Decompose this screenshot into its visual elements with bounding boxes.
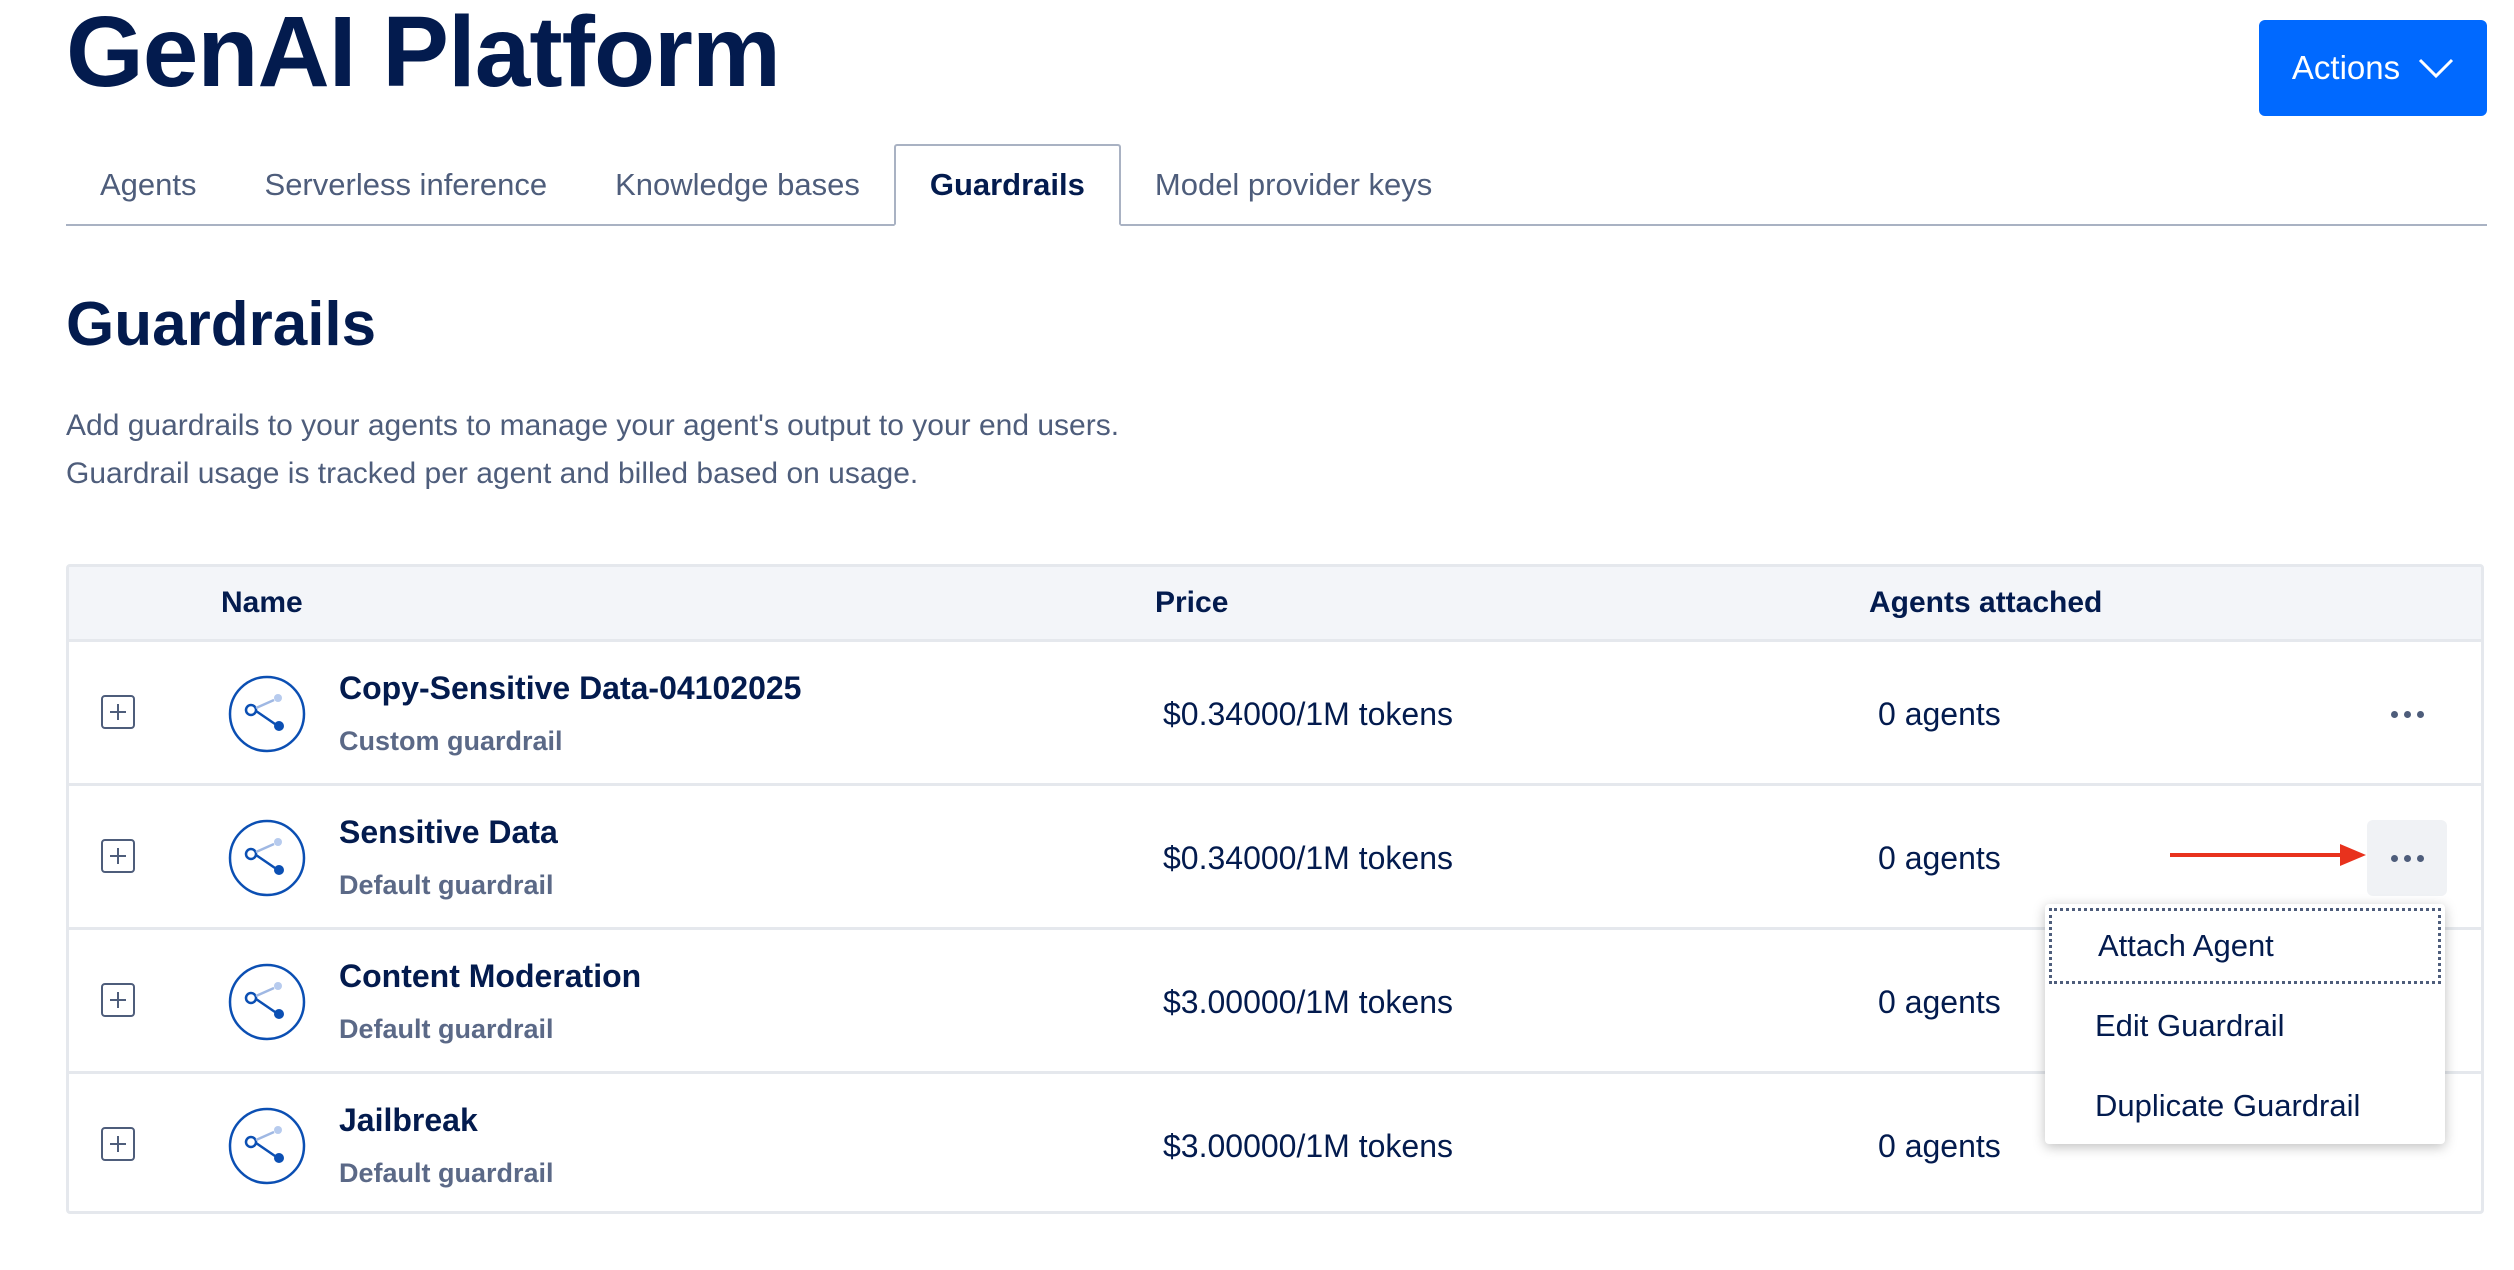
menu-item-duplicate-guardrail[interactable]: Duplicate Guardrail bbox=[2049, 1068, 2441, 1144]
guardrail-icon bbox=[228, 963, 306, 1041]
guardrail-name[interactable]: Sensitive Data bbox=[339, 814, 558, 851]
table-header: Name Price Agents attached bbox=[69, 567, 2481, 642]
table-row: Copy-Sensitive Data-04102025 Custom guar… bbox=[69, 642, 2481, 786]
section-description: Add guardrails to your agents to manage … bbox=[66, 402, 1119, 498]
column-header-price: Price bbox=[1155, 586, 1229, 619]
expand-icon[interactable] bbox=[101, 839, 135, 873]
app-title: GenAI Platform bbox=[66, 0, 781, 108]
guardrail-name[interactable]: Copy-Sensitive Data-04102025 bbox=[339, 670, 801, 707]
tab-guardrails[interactable]: Guardrails bbox=[893, 144, 1121, 226]
tab-model-provider-keys[interactable]: Model provider keys bbox=[1121, 146, 1466, 224]
guardrail-price: $3.00000/1M tokens bbox=[1163, 984, 1453, 1020]
tab-bar: Agents Serverless inference Knowledge ba… bbox=[66, 144, 2487, 226]
guardrail-name[interactable]: Content Moderation bbox=[339, 958, 641, 995]
menu-item-edit-guardrail[interactable]: Edit Guardrail bbox=[2049, 988, 2441, 1064]
annotation-arrow-icon bbox=[2170, 844, 2366, 866]
column-header-agents: Agents attached bbox=[1869, 586, 2103, 619]
tab-serverless-inference[interactable]: Serverless inference bbox=[231, 146, 582, 224]
more-options-icon[interactable] bbox=[2367, 820, 2447, 896]
guardrail-name[interactable]: Jailbreak bbox=[339, 1102, 478, 1139]
expand-icon[interactable] bbox=[101, 983, 135, 1017]
agents-attached: 0 agents bbox=[1878, 984, 2001, 1020]
expand-icon[interactable] bbox=[101, 1127, 135, 1161]
guardrail-icon bbox=[228, 819, 306, 897]
guardrail-type: Default guardrail bbox=[339, 1014, 554, 1044]
guardrail-price: $3.00000/1M tokens bbox=[1163, 1128, 1453, 1164]
agents-attached: 0 agents bbox=[1878, 696, 2001, 732]
column-header-name: Name bbox=[221, 586, 303, 619]
row-actions-menu: Attach Agent Edit Guardrail Duplicate Gu… bbox=[2045, 904, 2445, 1144]
description-line-1: Add guardrails to your agents to manage … bbox=[66, 409, 1120, 442]
guardrail-price: $0.34000/1M tokens bbox=[1163, 696, 1453, 732]
guardrail-type: Custom guardrail bbox=[339, 726, 563, 756]
agents-attached: 0 agents bbox=[1878, 1128, 2001, 1164]
menu-item-attach-agent[interactable]: Attach Agent bbox=[2049, 908, 2441, 984]
guardrail-type: Default guardrail bbox=[339, 1158, 554, 1188]
guardrail-icon bbox=[228, 675, 306, 753]
guardrail-icon bbox=[228, 1107, 306, 1185]
tab-knowledge-bases[interactable]: Knowledge bases bbox=[581, 146, 894, 224]
guardrail-type: Default guardrail bbox=[339, 870, 554, 900]
guardrail-price: $0.34000/1M tokens bbox=[1163, 840, 1453, 876]
description-line-2: Guardrail usage is tracked per agent and… bbox=[66, 457, 919, 490]
more-options-icon[interactable] bbox=[2367, 676, 2447, 752]
expand-icon[interactable] bbox=[101, 695, 135, 729]
chevron-down-icon bbox=[2419, 58, 2454, 79]
section-title: Guardrails bbox=[66, 290, 377, 359]
tab-agents[interactable]: Agents bbox=[66, 146, 231, 224]
actions-label: Actions bbox=[2291, 49, 2401, 86]
actions-button[interactable]: Actions bbox=[2259, 20, 2487, 116]
agents-attached: 0 agents bbox=[1878, 840, 2001, 876]
